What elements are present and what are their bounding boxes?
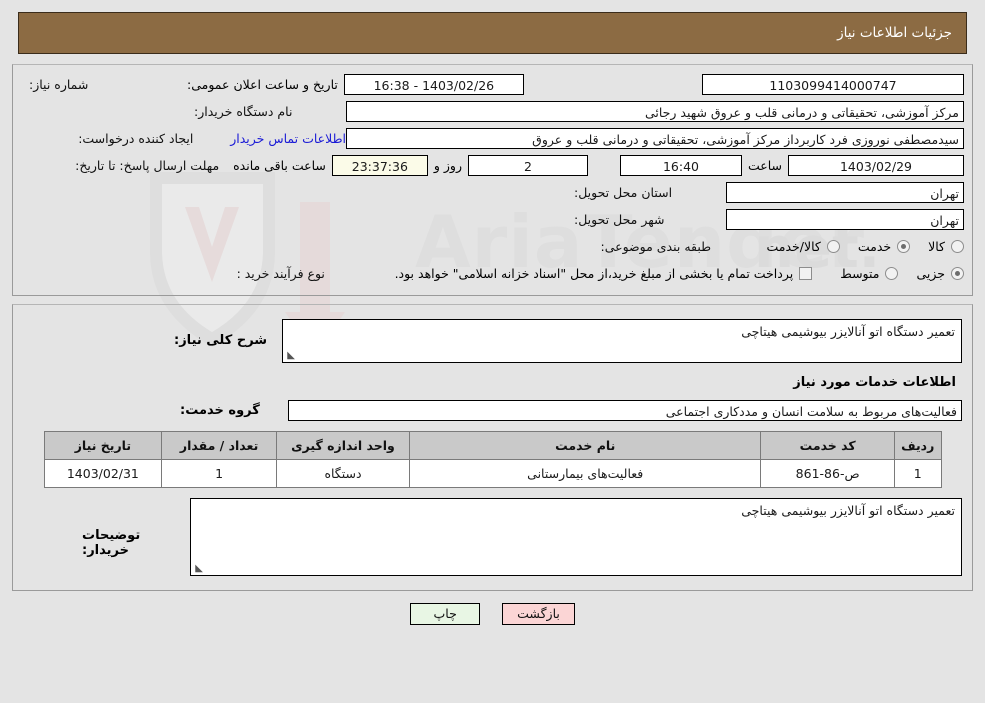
radio-category-khedmat[interactable] [897, 240, 911, 253]
radio-category-kala[interactable] [951, 240, 964, 253]
remaining-days-field: 2 [467, 155, 588, 176]
creator-field: سیدمصطفی نوروزی فرد کاربرداز مرکز آموزشی… [346, 128, 964, 149]
announcement-datetime-field: 1403/02/26 - 16:38 [343, 74, 524, 95]
remaining-hours-label: ساعت باقی مانده [233, 158, 326, 173]
resize-grip-icon[interactable]: ◣ [285, 351, 295, 361]
remaining-days-label: روز و [433, 158, 462, 173]
action-buttons: بازگشت چاپ [0, 603, 985, 635]
city-field: تهران [726, 209, 964, 230]
radio-category-khedmat-label: خدمت [857, 239, 892, 254]
table-row: 1 ص-86-861 فعالیت‌های بیمارستانی دستگاه … [43, 459, 942, 488]
radio-process-jozi[interactable] [951, 267, 964, 280]
row-service-group: گروه خدمت: فعالیت‌های مربوط به سلامت انس… [23, 400, 962, 421]
th-service-name: نام خدمت [409, 431, 762, 460]
radio-category-kala-label: کالا [928, 239, 945, 254]
page-header: جزئیات اطلاعات نیاز [18, 12, 967, 54]
cell-radif: 1 [893, 459, 942, 488]
category-label: طبقه بندی موضوعی: [600, 239, 712, 254]
description-textarea[interactable]: تعمیر دستگاه اتو آنالایزر بیوشیمی هیتاچی… [282, 319, 962, 363]
back-button[interactable]: بازگشت [502, 603, 575, 625]
th-quantity: تعداد / مقدار [161, 431, 277, 460]
cell-quantity: 1 [161, 459, 277, 488]
cell-unit: دستگاه [275, 459, 411, 488]
row-buyer-notes: توضیحات خریدار: تعمیر دستگاه اتو آنالایز… [23, 498, 962, 576]
buyer-notes-value: تعمیر دستگاه اتو آنالایزر بیوشیمی هیتاچی [741, 503, 955, 518]
resize-grip-icon[interactable]: ◣ [193, 564, 203, 574]
row-process: نوع فرآیند خرید : جزیی متوسط پرداخت تمام… [21, 262, 964, 285]
deadline-label: مهلت ارسال پاسخ: تا تاریخ: [75, 158, 220, 173]
service-group-field: فعالیت‌های مربوط به سلامت انسان و مددکار… [288, 400, 962, 421]
service-group-label: گروه خدمت: [180, 403, 260, 418]
row-creator: ایجاد کننده درخواست: سیدمصطفی نوروزی فرد… [21, 127, 964, 150]
remaining-countdown-field: 23:37:36 [331, 155, 428, 176]
buyer-notes-label: توضیحات خریدار: [82, 528, 141, 558]
services-table-body: 1 ص-86-861 فعالیت‌های بیمارستانی دستگاه … [43, 459, 942, 488]
buyer-contact-link[interactable]: اطلاعات تماس خریدار [230, 131, 346, 146]
province-label: استان محل تحویل: [574, 185, 673, 200]
deadline-time-label: ساعت [747, 158, 782, 173]
need-number-label: شماره نیاز: [29, 77, 89, 92]
radio-category-kala-khedmat-label: کالا/خدمت [766, 239, 821, 254]
services-panel: شرح کلی نیاز: تعمیر دستگاه اتو آنالایزر … [12, 304, 973, 591]
process-radio-group: جزیی متوسط [826, 266, 964, 281]
row-deadline: مهلت ارسال پاسخ: تا تاریخ: 1403/02/29 سا… [21, 154, 964, 177]
cell-need-date: 1403/02/31 [43, 459, 163, 488]
services-table-head: ردیف کد خدمت نام خدمت واحد اندازه گیری ت… [43, 431, 942, 460]
buyer-notes-textarea[interactable]: تعمیر دستگاه اتو آنالایزر بیوشیمی هیتاچی… [190, 498, 962, 576]
page-root: جزئیات اطلاعات نیاز شماره نیاز: 11030994… [0, 12, 985, 635]
row-description: شرح کلی نیاز: تعمیر دستگاه اتو آنالایزر … [23, 319, 962, 363]
buyer-org-field: مرکز آموزشی، تحقیقاتی و درمانی قلب و عرو… [346, 101, 964, 122]
radio-process-motevaset-label: متوسط [840, 266, 880, 281]
row-province: استان محل تحویل: تهران [21, 181, 964, 204]
deadline-time-field: 16:40 [619, 155, 742, 176]
treasury-documents-label: پرداخت تمام یا بخشی از مبلغ خرید،از محل … [394, 266, 794, 281]
page-title: جزئیات اطلاعات نیاز [837, 25, 952, 41]
process-label: نوع فرآیند خرید : [236, 266, 325, 281]
row-need-number: شماره نیاز: 1103099414000747 1403/02/26 … [21, 73, 964, 96]
cell-service-name: فعالیت‌های بیمارستانی [409, 459, 762, 488]
row-category: طبقه بندی موضوعی: کالا خدمت کالا/خدمت [21, 235, 964, 258]
treasury-documents-checkbox[interactable] [799, 267, 813, 280]
city-label: شهر محل تحویل: [574, 212, 665, 227]
services-heading: اطلاعات خدمات مورد نیاز [793, 375, 956, 390]
description-value: تعمیر دستگاه اتو آنالایزر بیوشیمی هیتاچی [741, 324, 955, 339]
services-table: ردیف کد خدمت نام خدمت واحد اندازه گیری ت… [43, 431, 942, 488]
deadline-date-field: 1403/02/29 [788, 155, 964, 176]
radio-category-kala-khedmat[interactable] [826, 240, 840, 253]
need-number-field: 1103099414000747 [702, 74, 964, 95]
need-info-panel: شماره نیاز: 1103099414000747 1403/02/26 … [12, 64, 973, 296]
description-label: شرح کلی نیاز: [174, 333, 268, 348]
row-city: شهر محل تحویل: تهران [21, 208, 964, 231]
table-header-row: ردیف کد خدمت نام خدمت واحد اندازه گیری ت… [43, 431, 942, 460]
th-unit: واحد اندازه گیری [275, 431, 411, 460]
category-radio-group: کالا خدمت کالا/خدمت [752, 239, 964, 254]
radio-process-motevaset[interactable] [885, 267, 899, 280]
radio-process-jozi-label: جزیی [916, 266, 945, 281]
announcement-label: تاریخ و ساعت اعلان عمومی: [187, 77, 338, 92]
buyer-org-label: نام دستگاه خریدار: [194, 104, 293, 119]
th-radif: ردیف [893, 431, 942, 460]
creator-label: ایجاد کننده درخواست: [78, 131, 194, 146]
province-field: تهران [726, 182, 964, 203]
th-service-code: کد خدمت [760, 431, 895, 460]
cell-service-code: ص-86-861 [760, 459, 895, 488]
row-buyer-org: نام دستگاه خریدار: مرکز آموزشی، تحقیقاتی… [21, 100, 964, 123]
th-need-date: تاریخ نیاز [43, 431, 163, 460]
print-button[interactable]: چاپ [410, 603, 481, 625]
